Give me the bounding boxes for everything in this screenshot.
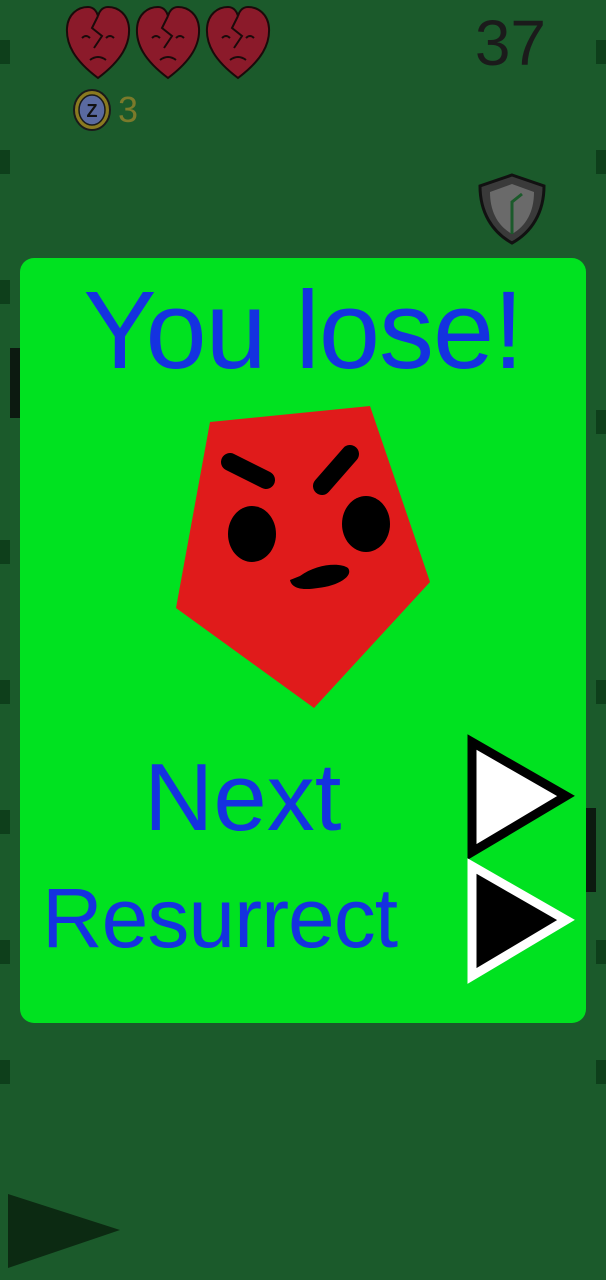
- next-label: Next: [144, 744, 342, 851]
- next-play-button[interactable]: [466, 734, 578, 860]
- coin-letter: Z: [87, 101, 98, 121]
- wall-tick: [596, 40, 606, 64]
- wall-tick: [596, 150, 606, 174]
- wall-tick: [0, 150, 10, 174]
- wall-tick: [0, 810, 10, 834]
- angry-pentagon-enemy: [176, 406, 430, 708]
- broken-heart-icon: [205, 5, 271, 80]
- wall-tick: [0, 940, 10, 964]
- wall-tick: [596, 410, 606, 434]
- wall-tick: [0, 540, 10, 564]
- broken-heart-icon: [65, 5, 131, 80]
- shield-icon[interactable]: [476, 172, 548, 246]
- wall-obstacle: [586, 808, 596, 892]
- broken-heart-icon: [135, 5, 201, 80]
- coin-count: 3: [118, 89, 139, 130]
- resurrect-label: Resurrect: [42, 871, 398, 965]
- wall-tick: [0, 680, 10, 704]
- wall-tick: [596, 1060, 606, 1084]
- coin-icon: Z: [73, 89, 111, 131]
- coin-counter: Z 3: [72, 88, 138, 132]
- wall-tick: [596, 940, 606, 964]
- game-over-dialog: You lose! Next Resurrect: [20, 258, 586, 1023]
- dialog-title: You lose!: [83, 269, 524, 392]
- wall-tick: [0, 1060, 10, 1084]
- score: 37: [474, 7, 546, 79]
- wall-tick: [0, 40, 10, 64]
- lives-bar: [64, 4, 272, 82]
- resurrect-play-button[interactable]: [466, 858, 578, 984]
- right-wall: [596, 0, 606, 1280]
- wall-tick: [0, 280, 10, 304]
- wall-tick: [596, 680, 606, 704]
- wall-obstacle: [10, 348, 20, 418]
- player-arrow: [8, 1194, 120, 1268]
- left-wall: [0, 0, 10, 1280]
